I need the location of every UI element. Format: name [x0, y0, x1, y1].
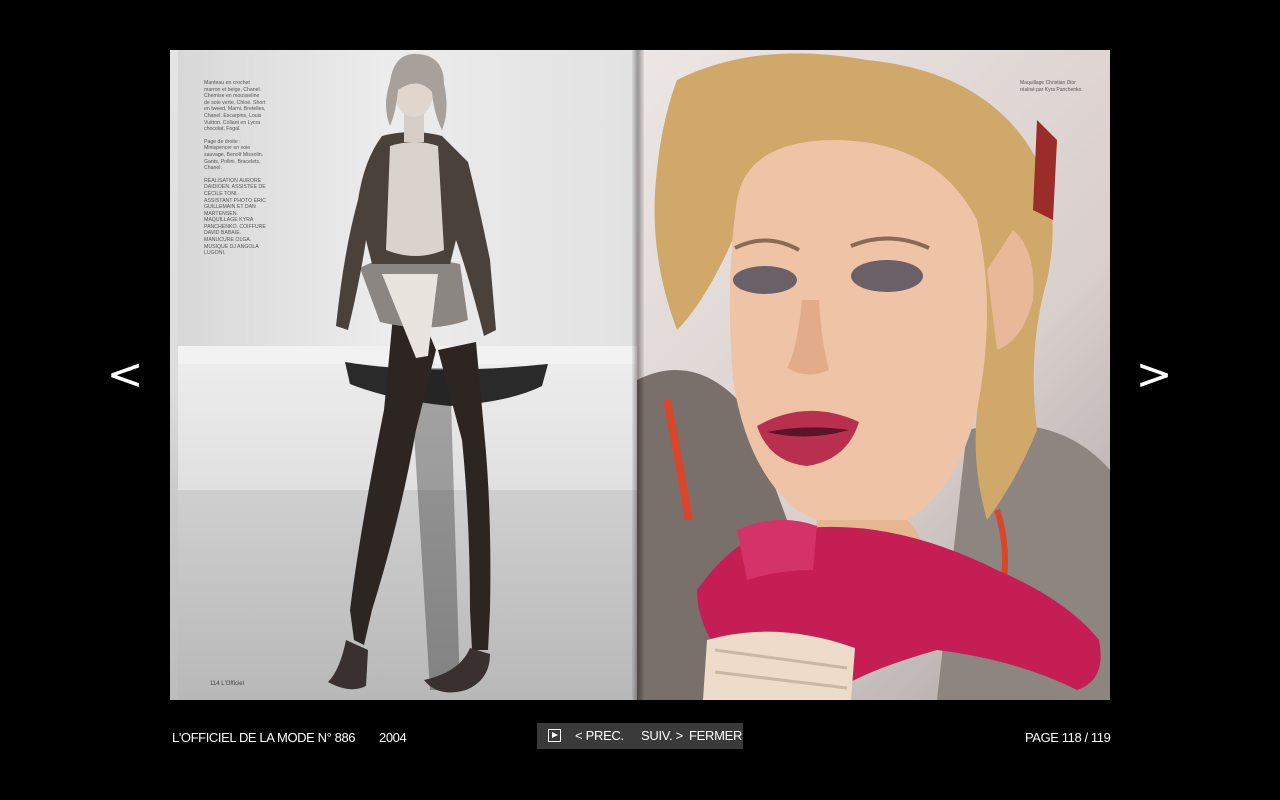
- play-icon[interactable]: [548, 729, 561, 742]
- fashion-credits: Manteau en crochet marron et beige, Chan…: [204, 80, 266, 263]
- right-page: Maquillage Christian Dior réalisé par Ky…: [637, 50, 1110, 700]
- credits-right-page: Page de droite : Minispencer en soie sau…: [204, 138, 264, 172]
- viewer-toolbar: L'OFFICIEL DE LA MODE N° 886 2004 < PREC…: [0, 720, 1280, 752]
- model-portrait-right: [637, 53, 1110, 700]
- previous-spread-arrow[interactable]: <: [105, 352, 145, 398]
- credits-outfit: Manteau en crochet marron et beige, Chan…: [204, 80, 266, 133]
- model-photo-left: [328, 53, 548, 693]
- magazine-spread: Manteau en crochet marron et beige, Chan…: [170, 50, 1110, 700]
- makeup-credit: Maquillage Christian Dior réalisé par Ky…: [1020, 80, 1083, 93]
- credits-team: RÉALISATION AURORE DAIDIOEN. ASSISTÉE DE…: [204, 177, 266, 257]
- next-page-button[interactable]: SUIV. >: [641, 728, 683, 743]
- magazine-year: 2004: [379, 730, 407, 745]
- playback-controls: < PREC. SUIV. > FERMER: [537, 723, 743, 749]
- page-indicator: PAGE 118 / 119: [1025, 730, 1111, 745]
- next-spread-arrow[interactable]: >: [1134, 352, 1174, 398]
- page-gutter: [632, 50, 644, 700]
- left-page: Manteau en crochet marron et beige, Chan…: [170, 50, 637, 700]
- prev-page-button[interactable]: < PREC.: [575, 728, 624, 743]
- page-folio: 114 L'Officiel: [210, 681, 244, 687]
- close-button[interactable]: FERMER: [689, 728, 742, 743]
- magazine-title: L'OFFICIEL DE LA MODE N° 886: [172, 730, 356, 745]
